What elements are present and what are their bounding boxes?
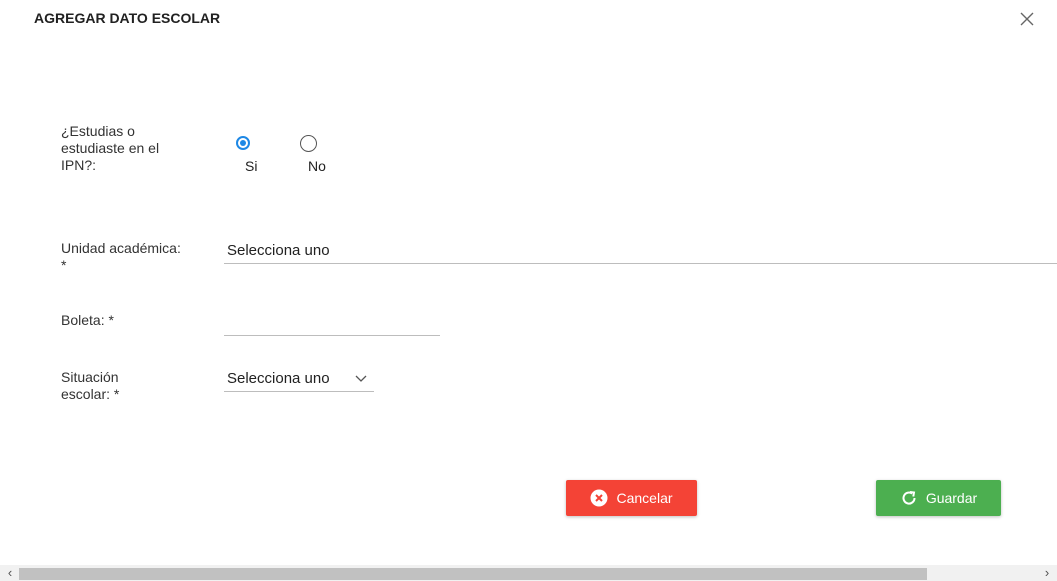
scrollbar-thumb[interactable] (19, 568, 927, 580)
save-button[interactable]: Guardar (876, 480, 1001, 516)
radio-si[interactable] (236, 136, 250, 150)
chevron-left-icon[interactable]: ‹ (2, 565, 18, 581)
unidad-academica-underline (224, 263, 1057, 264)
radio-si-label[interactable]: Si (245, 158, 257, 174)
cancel-button[interactable]: Cancelar (566, 480, 697, 516)
situacion-escolar-select[interactable]: Selecciona uno (224, 366, 374, 392)
situacion-escolar-value: Selecciona uno (227, 370, 330, 387)
situacion-escolar-underline (224, 391, 374, 392)
chevron-right-icon[interactable]: › (1039, 565, 1055, 581)
boleta-underline (224, 335, 440, 336)
dialog-title: AGREGAR DATO ESCOLAR (34, 10, 221, 26)
chevron-down-icon (355, 375, 367, 382)
close-button[interactable] (1016, 8, 1038, 30)
radio-no[interactable] (300, 135, 317, 152)
horizontal-scrollbar[interactable]: ‹ › (0, 565, 1057, 581)
radio-no-label[interactable]: No (308, 158, 326, 174)
cancel-button-label: Cancelar (616, 490, 673, 506)
save-button-label: Guardar (925, 490, 978, 506)
boleta-input[interactable] (224, 310, 444, 336)
ipn-question-label: ¿Estudias o estudiaste en el IPN?: (61, 123, 160, 173)
boleta-label: Boleta: * (61, 312, 114, 328)
close-icon (1020, 12, 1034, 26)
unidad-academica-value: Selecciona uno (227, 242, 330, 259)
cancel-circle-icon (590, 489, 608, 507)
unidad-academica-label: Unidad académica: * (61, 240, 181, 273)
situacion-escolar-label: Situación escolar: * (61, 369, 120, 402)
unidad-academica-select[interactable]: Selecciona uno (224, 238, 1057, 264)
refresh-icon (900, 489, 918, 507)
